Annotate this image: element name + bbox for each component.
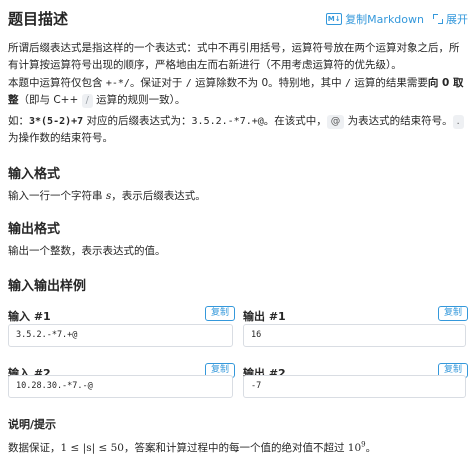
description-paragraph-3: 如：3*(5-2)+7 对应的后缀表达式为：3.5.2.-*7.+@。在该式中，…	[8, 113, 466, 147]
text-span: 。在该式中，	[263, 115, 327, 127]
text-span: 本题中运算符仅包含	[8, 77, 106, 89]
section-title-description: 题目描述	[8, 10, 69, 28]
sample-input-box[interactable]: 10.28.30.-*7.-@	[8, 375, 233, 398]
sample-output-label: 输出 #1	[243, 310, 286, 323]
text-span: 输入一行一个字符串	[8, 190, 106, 202]
sample-output-box[interactable]: -7	[243, 375, 466, 398]
example-postfix: 3.5.2.-*7.+@	[191, 116, 264, 127]
copy-input-button[interactable]: 复制	[205, 306, 236, 321]
text-span: ，表示后缀表达式。	[111, 190, 206, 202]
text-span: 为操作数的结束符号。	[8, 132, 113, 144]
description-paragraph-1: 所谓后缀表达式是指这样的一个表达式：式中不再引用括号，运算符号放在两个运算对象之…	[8, 42, 460, 71]
text-span: ，答案和计算过程中的每一个值的绝对值不超过	[123, 442, 348, 454]
text-span: 。保证对于	[129, 77, 186, 89]
sample-output-box[interactable]: 16	[243, 324, 466, 347]
text-span: 为表达式的结束符号。	[344, 115, 453, 127]
copy-markdown-button[interactable]: M↓ 复制Markdown	[326, 11, 424, 27]
end-symbol-code: @	[326, 115, 345, 129]
description-paragraph-2: 本题中运算符仅包含 +-*/。保证对于 / 运算除数不为 0。特别地，其中 / …	[8, 75, 466, 109]
sample-input-label: 输入 #1	[8, 310, 51, 323]
power-base: 10	[347, 442, 362, 454]
section-title-hint: 说明/提示	[8, 418, 57, 431]
problem-statement: 题目描述 M↓ 复制Markdown 展开 所谓后缀表达式是指这样的一个表达式：…	[0, 0, 474, 471]
constraint-math: 1 ≤ |s| ≤ 50	[60, 442, 124, 454]
text-span: 运算的规则一致）。	[92, 94, 186, 106]
expand-icon	[433, 14, 443, 24]
sample-input-box[interactable]: 3.5.2.-*7.+@	[8, 324, 233, 347]
power-of-ten: 109	[347, 441, 366, 455]
section-title-samples: 输入输出样例	[8, 279, 87, 294]
text-span: 如：	[8, 115, 29, 127]
operators-code: +-*/	[105, 78, 130, 89]
expand-label: 展开	[446, 13, 468, 26]
copy-output-button[interactable]: 复制	[438, 306, 469, 321]
hint-text: 数据保证，1 ≤ |s| ≤ 50，答案和计算过程中的每一个值的绝对值不超过 1…	[8, 440, 376, 455]
text-span: 数据保证，	[8, 442, 61, 454]
input-format-text: 输入一行一个字符串 s，表示后缀表达式。	[8, 188, 206, 203]
header-bar: 题目描述 M↓ 复制Markdown 展开	[0, 0, 474, 38]
text-span: 。	[365, 442, 377, 454]
operand-end-symbol-code: .	[452, 115, 464, 129]
markdown-icon: M↓	[326, 13, 343, 25]
expand-button[interactable]: 展开	[433, 11, 468, 27]
section-title-input-format: 输入格式	[8, 167, 61, 182]
text-span: 运算除数不为 0。特别地，其中	[191, 77, 346, 89]
text-span: 运算的结果需要	[351, 77, 428, 89]
output-format-text: 输出一个整数，表示表达式的值。	[8, 245, 166, 257]
text-span: （即与 C++	[18, 94, 82, 106]
text-span: 对应的后缀表达式为：	[83, 115, 192, 127]
copy-markdown-label: 复制Markdown	[345, 13, 424, 26]
division-operator-code: /	[81, 94, 93, 108]
example-expression: 3*(5-2)+7	[29, 116, 84, 127]
section-title-output-format: 输出格式	[8, 222, 61, 237]
